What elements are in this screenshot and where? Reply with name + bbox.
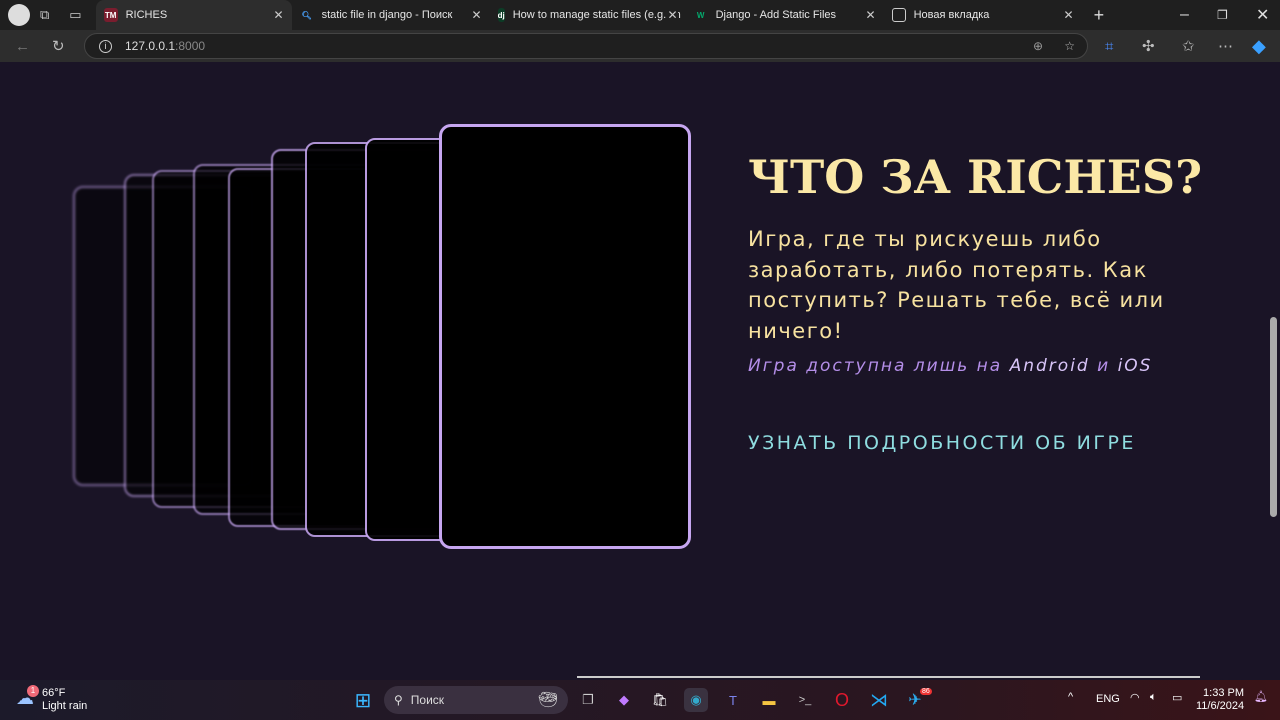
- tab-w3schools[interactable]: W Django - Add Static Files ✕: [686, 0, 884, 30]
- maximize-button[interactable]: ❐: [1217, 8, 1228, 22]
- opera-icon[interactable]: O: [830, 688, 854, 712]
- favorites-icon[interactable]: ✩: [1182, 37, 1195, 55]
- availability-and: и: [1089, 356, 1118, 376]
- notification-bell-icon[interactable]: 🔔︎: [1254, 690, 1268, 703]
- w3schools-favicon: W: [696, 10, 705, 20]
- page-title: ЧТО ЗА RICHES?: [748, 150, 1203, 204]
- game-description: Игра, где ты рискуешь либо заработать, л…: [748, 227, 1165, 343]
- close-tab-icon[interactable]: ✕: [1064, 8, 1074, 22]
- url-port: :8000: [175, 39, 206, 53]
- address-bar-row: ← ↻ i 127.0.0.1:8000 ⊕ ☆ ⌗ ✣ ✩ ⋯ ◆: [0, 30, 1280, 62]
- site-info-icon[interactable]: i: [99, 39, 112, 53]
- edge-icon[interactable]: ◉: [684, 688, 708, 712]
- tab-label: static file in django - Поиск: [321, 9, 453, 21]
- store-icon[interactable]: 🛍︎: [648, 688, 672, 712]
- telegram-badge: 86: [920, 688, 932, 695]
- learn-more-link[interactable]: УЗНАТЬ ПОДРОБНОСТИ ОБ ИГРЕ: [748, 432, 1136, 454]
- availability-prefix: Игра доступна лишь на: [748, 356, 1010, 376]
- file-explorer-icon[interactable]: ▬: [757, 688, 781, 712]
- weather-temp: 66°F: [42, 687, 66, 699]
- favorite-star-icon[interactable]: ☆: [1064, 39, 1075, 53]
- tab-label: How to manage static files (e.g. im: [512, 9, 681, 21]
- riches-favicon: TM: [103, 8, 118, 22]
- django-favicon: dj: [497, 8, 505, 22]
- profile-avatar[interactable]: [8, 4, 30, 26]
- close-tab-icon[interactable]: ✕: [472, 8, 482, 22]
- url-host: 127.0.0.1: [125, 39, 176, 53]
- minimize-button[interactable]: –: [1180, 6, 1189, 24]
- tab-label: Django - Add Static Files: [715, 9, 837, 21]
- volume-icon[interactable]: 🔈︎: [1150, 691, 1157, 704]
- weather-desc: Light rain: [42, 700, 88, 712]
- platform-ios: iOS: [1117, 356, 1153, 376]
- tab-label: RICHES: [125, 9, 168, 21]
- screenshot-icon[interactable]: ⌗: [1105, 38, 1113, 55]
- search-highlight-icon: 🥗︎: [537, 692, 558, 709]
- wifi-icon[interactable]: ◠: [1130, 691, 1140, 704]
- search-icon: ⚲: [394, 693, 403, 707]
- copilot-icon[interactable]: ◆: [612, 688, 636, 712]
- tab-riches[interactable]: TM RICHES ✕: [95, 0, 292, 30]
- main-card: [439, 124, 691, 549]
- platform-android: Android: [1009, 356, 1090, 376]
- tab-django-docs[interactable]: dj How to manage static files (e.g. im ✕: [490, 0, 686, 30]
- search-placeholder: Поиск: [410, 693, 445, 707]
- close-tab-icon[interactable]: ✕: [667, 8, 678, 22]
- url-input[interactable]: i 127.0.0.1:8000 ⊕ ☆: [84, 33, 1088, 59]
- language-indicator[interactable]: ENG: [1096, 693, 1120, 705]
- horizontal-scrollbar[interactable]: [577, 676, 1200, 678]
- start-icon[interactable]: ⊞: [351, 688, 375, 712]
- tab-label: Новая вкладка: [913, 9, 990, 21]
- search-icon: 🔍︎: [301, 10, 312, 20]
- availability-text: Игра доступна лишь на Android и iOS: [748, 356, 1152, 376]
- weather-widget[interactable]: 66°F Light rain: [42, 687, 87, 713]
- teams-icon[interactable]: T: [721, 688, 745, 712]
- extensions-icon[interactable]: ✣: [1142, 37, 1155, 55]
- close-tab-icon[interactable]: ✕: [274, 8, 284, 22]
- vertical-scrollbar[interactable]: [1266, 62, 1280, 678]
- scrollbar-thumb[interactable]: [1270, 317, 1277, 517]
- tab-search[interactable]: 🔍︎ static file in django - Поиск ✕: [292, 0, 490, 30]
- tray-chevron-icon[interactable]: ^: [1068, 691, 1073, 703]
- task-view-icon[interactable]: ❐: [576, 688, 600, 712]
- new-tab-button[interactable]: +: [1094, 5, 1105, 26]
- time: 1:33 PM: [1203, 687, 1244, 699]
- weather-badge: 1: [27, 685, 39, 697]
- taskbar-search[interactable]: ⚲ Поиск 🥗︎: [384, 686, 568, 714]
- zoom-icon[interactable]: ⊕: [1033, 39, 1043, 53]
- newtab-icon: [891, 8, 906, 22]
- close-tab-icon[interactable]: ✕: [866, 8, 876, 22]
- tab-actions-icon[interactable]: ▭: [69, 7, 81, 23]
- date: 11/6/2024: [1196, 700, 1245, 712]
- terminal-icon[interactable]: >_: [793, 688, 817, 712]
- more-menu-icon[interactable]: ⋯: [1218, 37, 1233, 55]
- refresh-icon[interactable]: ↻: [52, 37, 65, 55]
- copilot-icon[interactable]: ◆: [1252, 36, 1266, 57]
- taskbar: ☁ 1 66°F Light rain ⊞ ⚲ Поиск 🥗︎ ❐ ◆ 🛍︎ ◉ T…: [0, 680, 1280, 720]
- workspaces-icon[interactable]: ⧉: [40, 7, 49, 23]
- tab-bar: ⧉ ▭ TM RICHES ✕ 🔍︎ static file in django - …: [0, 0, 1280, 30]
- tab-new[interactable]: Новая вкладка ✕: [884, 0, 1082, 30]
- vscode-icon[interactable]: ⋊: [867, 688, 891, 712]
- battery-icon[interactable]: ▭: [1172, 691, 1182, 704]
- back-icon[interactable]: ←: [15, 38, 30, 55]
- clock[interactable]: 1:33 PM 11/6/2024: [1196, 687, 1244, 713]
- close-window-button[interactable]: ✕: [1256, 5, 1269, 25]
